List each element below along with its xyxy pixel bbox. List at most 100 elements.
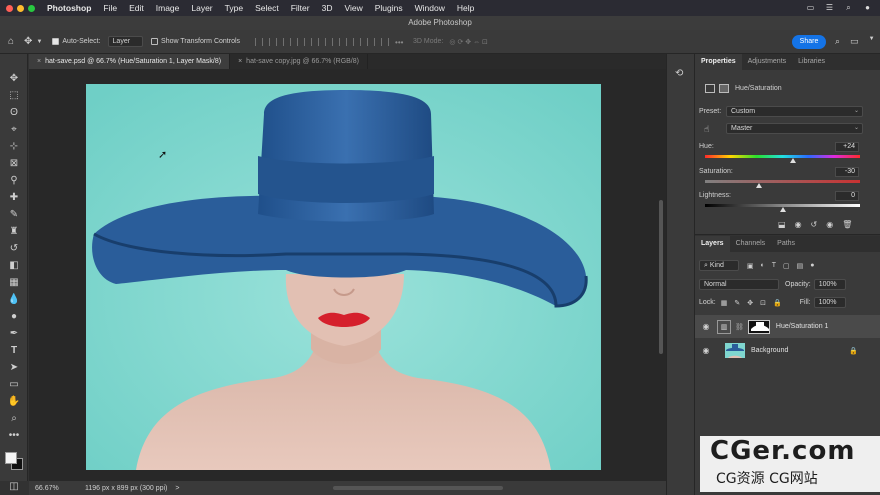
- visibility-eye-icon[interactable]: ◉: [826, 220, 833, 229]
- align-middle-icon[interactable]: [311, 37, 320, 46]
- transform-controls-checkbox[interactable]: [151, 38, 159, 45]
- menu-view[interactable]: View: [344, 3, 362, 13]
- eyedropper-tool-icon[interactable]: ⚲: [0, 172, 28, 189]
- share-button[interactable]: Share: [792, 35, 826, 49]
- tab-hat-save-psd[interactable]: × hat-save.psd @ 66.7% (Hue/Saturation 1,…: [29, 54, 231, 69]
- align-left-icon[interactable]: [255, 37, 264, 46]
- more-tools-icon[interactable]: •••: [0, 427, 28, 444]
- trash-icon[interactable]: 🗑: [842, 220, 852, 229]
- dodge-tool-icon[interactable]: ●: [0, 308, 28, 325]
- hue-value-field[interactable]: +24: [835, 142, 859, 152]
- pen-tool-icon[interactable]: ✒: [0, 325, 28, 342]
- layer-row-background[interactable]: ◉ Background 🔒: [695, 339, 880, 362]
- status-menu-arrow[interactable]: >: [175, 485, 179, 492]
- close-tab-icon[interactable]: ×: [37, 58, 41, 65]
- quick-mask-icon[interactable]: ◫: [0, 478, 28, 495]
- menu-image[interactable]: Image: [156, 3, 180, 13]
- align-top-icon[interactable]: [297, 37, 306, 46]
- menu-edit[interactable]: Edit: [129, 3, 144, 13]
- channel-dropdown[interactable]: Master ⌄: [726, 123, 863, 134]
- menu-file[interactable]: File: [103, 3, 117, 13]
- control-center-icon[interactable]: ☰: [825, 3, 834, 12]
- history-panel-icon[interactable]: ⟲: [675, 68, 683, 79]
- tab-paths[interactable]: Paths: [771, 236, 801, 252]
- filter-type-icon[interactable]: T: [772, 262, 776, 270]
- distribute-vertical-icon[interactable]: [353, 37, 362, 46]
- filter-smart-object-icon[interactable]: ▤: [797, 262, 804, 270]
- menu-type[interactable]: Type: [225, 3, 243, 13]
- crop-tool-icon[interactable]: ⊹: [0, 138, 28, 155]
- targeted-adjustment-icon[interactable]: ☝: [704, 124, 709, 135]
- mask-link-icon[interactable]: ⛓: [735, 323, 744, 331]
- visibility-eye-icon[interactable]: ◉: [699, 322, 713, 331]
- menu-help[interactable]: Help: [457, 3, 474, 13]
- tab-hat-save-copy[interactable]: × hat-save copy.jpg @ 66.7% (RGB/8): [230, 54, 368, 69]
- siri-icon[interactable]: ●: [863, 3, 872, 12]
- lasso-tool-icon[interactable]: ʘ: [0, 104, 28, 121]
- move-tool-icon[interactable]: ✥: [0, 70, 28, 87]
- lock-position-icon[interactable]: ✥: [747, 299, 753, 307]
- hand-tool-icon[interactable]: ✋: [0, 393, 28, 410]
- lightness-slider-thumb[interactable]: [779, 207, 786, 212]
- blur-tool-icon[interactable]: 💧: [0, 291, 28, 308]
- align-bottom-icon[interactable]: [325, 37, 334, 46]
- zoom-tool-icon[interactable]: ⌕: [0, 410, 28, 427]
- shape-tool-icon[interactable]: ▭: [0, 376, 28, 393]
- search-icon[interactable]: ⌕: [835, 36, 840, 47]
- type-tool-icon[interactable]: T: [0, 342, 28, 359]
- tab-channels[interactable]: Channels: [730, 236, 772, 252]
- close-tab-icon[interactable]: ×: [238, 58, 242, 65]
- layer-mask-icon[interactable]: [719, 84, 729, 93]
- filter-shape-icon[interactable]: ▢: [783, 262, 790, 270]
- document-canvas[interactable]: [86, 84, 601, 470]
- clone-stamp-tool-icon[interactable]: ♜: [0, 223, 28, 240]
- layer-filter-dropdown[interactable]: ⌕ Kind: [699, 260, 739, 271]
- move-tool-icon[interactable]: ✥: [24, 36, 32, 47]
- layer-row-hue-saturation[interactable]: ◉ ▥ ⛓ Hue/Saturation 1: [695, 315, 880, 338]
- filter-adjustment-icon[interactable]: ◐: [761, 262, 765, 270]
- more-options-icon[interactable]: •••: [395, 38, 403, 47]
- preset-dropdown[interactable]: Custom ⌄: [726, 106, 863, 117]
- saturation-slider-thumb[interactable]: [756, 183, 763, 188]
- quick-select-tool-icon[interactable]: ⌖: [0, 121, 28, 138]
- lock-artboard-icon[interactable]: ⊡: [760, 299, 766, 307]
- view-previous-icon[interactable]: ◉: [795, 220, 802, 229]
- saturation-value-field[interactable]: -30: [835, 167, 859, 177]
- home-icon[interactable]: ⌂: [8, 36, 14, 47]
- distribute-spacing-icon[interactable]: [381, 37, 390, 46]
- path-selection-tool-icon[interactable]: ➤: [0, 359, 28, 376]
- menu-app-photoshop[interactable]: Photoshop: [47, 3, 91, 13]
- lightness-value-field[interactable]: 0: [835, 191, 859, 201]
- tab-libraries[interactable]: Libraries: [792, 54, 831, 70]
- vertical-scrollbar[interactable]: [659, 200, 663, 354]
- layer-mask-thumbnail[interactable]: [747, 319, 770, 334]
- lock-icon[interactable]: 🔒: [849, 347, 858, 355]
- menu-filter[interactable]: Filter: [291, 3, 310, 13]
- lock-transparent-icon[interactable]: ▦: [721, 299, 728, 307]
- workspace-chevron-icon[interactable]: ▼: [869, 36, 875, 47]
- menu-plugins[interactable]: Plugins: [375, 3, 403, 13]
- align-right-icon[interactable]: [283, 37, 292, 46]
- horizontal-scrollbar[interactable]: [333, 486, 503, 490]
- marquee-tool-icon[interactable]: ⬚: [0, 87, 28, 104]
- menu-layer[interactable]: Layer: [191, 3, 212, 13]
- eraser-tool-icon[interactable]: ◧: [0, 257, 28, 274]
- minimize-window-button[interactable]: [17, 4, 24, 12]
- hue-slider-thumb[interactable]: [789, 158, 796, 163]
- filter-pixel-icon[interactable]: ▣: [747, 262, 754, 270]
- menu-window[interactable]: Window: [415, 3, 445, 13]
- zoom-window-button[interactable]: [28, 4, 35, 12]
- display-icon[interactable]: ▭: [806, 3, 815, 12]
- search-icon[interactable]: ⌕: [844, 3, 853, 12]
- tab-properties[interactable]: Properties: [695, 54, 742, 70]
- align-center-icon[interactable]: [269, 37, 278, 46]
- lock-all-icon[interactable]: 🔒: [773, 299, 782, 307]
- clip-to-layer-icon[interactable]: ⬓: [778, 220, 786, 229]
- menu-3d[interactable]: 3D: [322, 3, 333, 13]
- visibility-eye-icon[interactable]: ◉: [699, 346, 713, 355]
- menu-select[interactable]: Select: [255, 3, 279, 13]
- frame-tool-icon[interactable]: ⊠: [0, 155, 28, 172]
- workspace-icon[interactable]: ▭: [850, 36, 859, 47]
- tab-layers[interactable]: Layers: [695, 236, 730, 252]
- filter-toggle-icon[interactable]: ●: [810, 262, 814, 270]
